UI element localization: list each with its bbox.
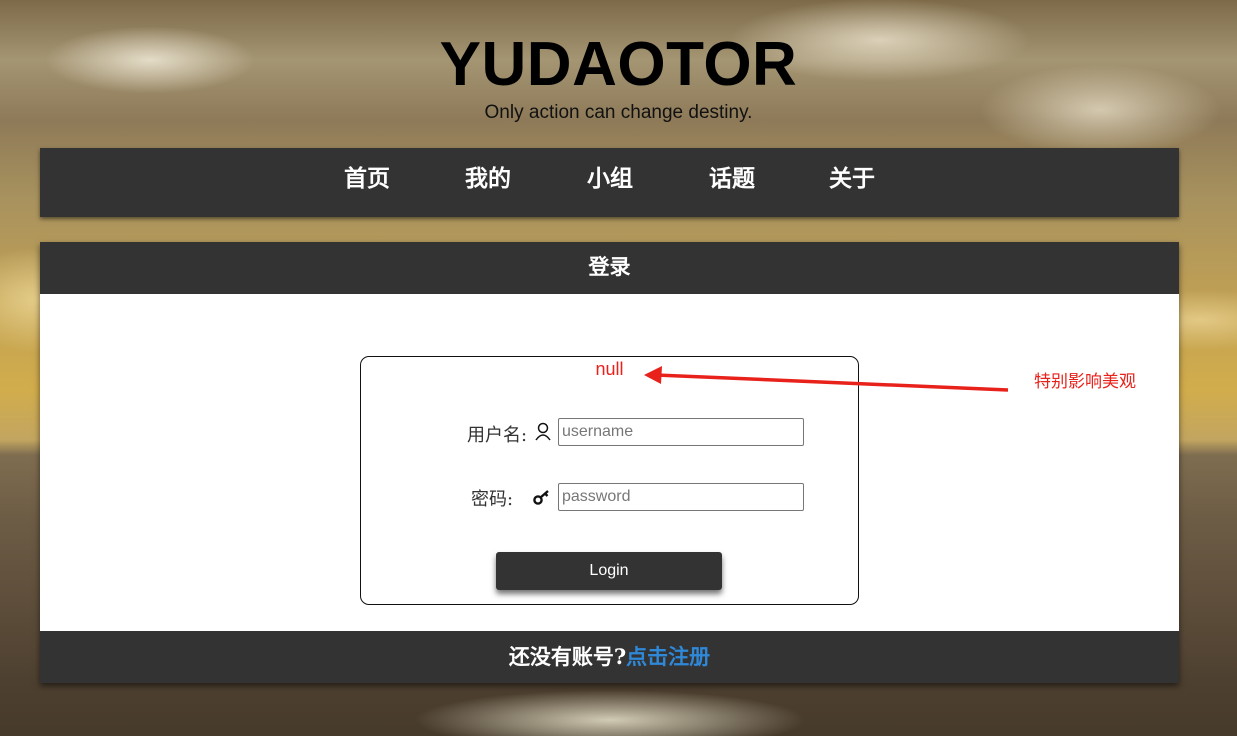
user-icon xyxy=(534,422,552,442)
nav-item-group[interactable]: 小组 xyxy=(570,148,650,210)
password-label: 密码: xyxy=(471,489,514,510)
login-panel-title: 登录 xyxy=(40,242,1179,294)
register-prompt: 还没有账号? xyxy=(508,644,627,669)
login-button[interactable]: Login xyxy=(496,552,722,590)
register-footer: 还没有账号?点击注册 xyxy=(40,631,1179,683)
username-label: 用户名: xyxy=(467,425,528,446)
annotation-arrow xyxy=(644,366,1009,392)
site-subtitle: Only action can change destiny. xyxy=(484,102,753,123)
username-input[interactable] xyxy=(558,418,804,446)
nav-item-about[interactable]: 关于 xyxy=(812,148,892,210)
main-navbar: 首页 我的 小组 话题 关于 xyxy=(40,148,1179,217)
nav-item-mine[interactable]: 我的 xyxy=(448,148,528,210)
key-icon xyxy=(533,488,551,508)
password-input[interactable] xyxy=(558,483,804,511)
site-title: YUDAOTOR xyxy=(439,30,798,99)
nav-item-home[interactable]: 首页 xyxy=(327,148,407,210)
nav-item-topic[interactable]: 话题 xyxy=(692,148,772,210)
annotation-note: 特别影响美观 xyxy=(1034,372,1136,392)
register-link[interactable]: 点击注册 xyxy=(626,644,710,669)
login-panel: 登录 null 用户名: 密码: Login 还没有账号?点击注册 xyxy=(40,242,1179,683)
